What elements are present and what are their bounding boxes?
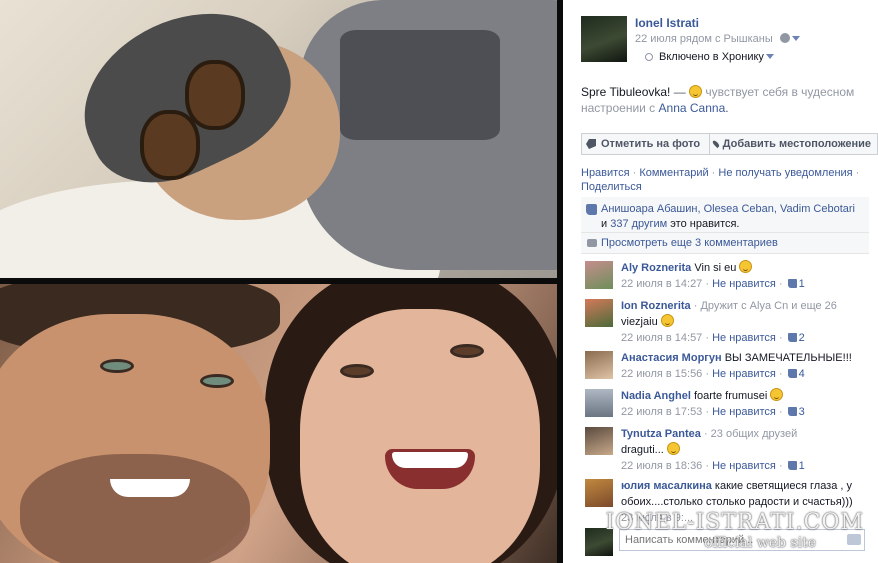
comment-author-link[interactable]: Ion Roznerita (621, 300, 691, 312)
man-beard-shape (20, 454, 250, 563)
comment-timestamp[interactable]: 22 июля в 17:53 (621, 406, 702, 418)
comment-text: Vin si eu (694, 262, 737, 274)
comment-meta: 22 июля в 14:57 · Не нравится · 2 (621, 332, 805, 344)
avatar[interactable] (585, 261, 613, 289)
comment-body: Nadia Anghel foarte frumusei 22 июля в 1… (621, 388, 865, 420)
unlike-link[interactable]: Не нравится (712, 278, 776, 290)
post-side-panel: Ionel Istrati 22 июля рядом с Рышканы Вк… (563, 0, 878, 563)
shirt-print-shape (340, 30, 500, 140)
thumbs-up-icon (787, 461, 797, 470)
thumbs-up-icon (787, 279, 797, 288)
avatar[interactable] (585, 427, 613, 455)
photo-top-man-sleeping (0, 0, 557, 278)
site-watermark: IONEL-ISTRATI.COM official web site (605, 510, 864, 551)
comment-body: Aly Roznerita Vin si eu 22 июля в 14:27 … (621, 260, 865, 292)
comment-text: ВЫ ЗАМЕЧАТЕЛЬНЫЕ!!! (724, 352, 852, 364)
comment-item: Ion Roznerita · Дружит с Alya Cn и еще 2… (581, 296, 869, 346)
comment-body: Ion Roznerita · Дружит с Alya Cn и еще 2… (621, 298, 865, 346)
comment-text: viezjaiu (621, 316, 658, 328)
smiley-icon (666, 442, 680, 455)
comment-body: Анастасия Моргун ВЫ ЗАМЕЧАТЕЛЬНЫЕ!!! 22 … (621, 350, 865, 382)
comment-timestamp[interactable]: 22 июля в 14:57 (621, 332, 702, 344)
comment-author-link[interactable]: Tynutza Pantea (621, 428, 701, 440)
comment-timestamp[interactable]: 22 июля в 18:36 (621, 460, 702, 472)
comment-like-count[interactable]: 4 (799, 368, 805, 380)
avatar[interactable] (585, 389, 613, 417)
unlike-link[interactable]: Не нравится (712, 460, 776, 472)
comment-meta: 22 июля в 15:56 · Не нравится · 4 (621, 368, 805, 380)
comment-mutual-friends: · 23 общих друзей (703, 428, 798, 440)
watermark-subtitle: official web site (704, 535, 816, 551)
woman-right-eye (450, 344, 484, 358)
comment-text: draguti... (621, 444, 664, 456)
comment-timestamp[interactable]: 22 июля в 15:56 (621, 368, 702, 380)
comment-author-link[interactable]: Nadia Anghel (621, 390, 691, 402)
comment-item: Aly Roznerita Vin si eu 22 июля в 14:27 … (581, 258, 869, 298)
comment-meta: 22 июля в 14:27 · Не нравится · 1 (621, 278, 805, 290)
avatar[interactable] (585, 299, 613, 327)
comment-author-link[interactable]: Анастасия Моргун (621, 352, 722, 364)
comment-like-count[interactable]: 3 (799, 406, 805, 418)
comment-meta: 22 июля в 18:36 · Не нравится · 1 (621, 460, 805, 472)
comment-like-count[interactable]: 1 (799, 460, 805, 472)
thumbs-up-icon (787, 369, 797, 378)
photo-bottom-couple-selfie (0, 284, 557, 563)
comment-item: Nadia Anghel foarte frumusei 22 июля в 1… (581, 386, 869, 422)
avatar[interactable] (585, 351, 613, 379)
comment-item: Tynutza Pantea · 23 общих друзей draguti… (581, 424, 869, 474)
smiley-icon (770, 388, 784, 401)
comment-body: Tynutza Pantea · 23 общих друзей draguti… (621, 426, 865, 474)
unlike-link[interactable]: Не нравится (712, 406, 776, 418)
man-right-eye (200, 374, 234, 388)
comment-like-count[interactable]: 2 (799, 332, 805, 344)
woman-teeth (392, 452, 468, 468)
woman-left-eye (340, 364, 374, 378)
photo-viewer[interactable] (0, 0, 563, 563)
comment-like-count[interactable]: 1 (799, 278, 805, 290)
smiley-icon (739, 260, 753, 273)
avatar[interactable] (585, 479, 613, 507)
smiley-icon (660, 314, 674, 327)
watermark-title: IONEL-ISTRATI.COM (605, 510, 864, 535)
comments-list: Aly Roznerita Vin si eu 22 июля в 14:27 … (581, 0, 869, 563)
woman-face-shape (300, 309, 540, 563)
comment-text: foarte frumusei (693, 390, 768, 402)
comment-item: Анастасия Моргун ВЫ ЗАМЕЧАТЕЛЬНЫЕ!!! 22 … (581, 348, 869, 384)
man-smile (110, 479, 190, 497)
comment-timestamp[interactable]: 22 июля в 14:27 (621, 278, 702, 290)
thumbs-up-icon (787, 333, 797, 342)
unlike-link[interactable]: Не нравится (712, 332, 776, 344)
comment-meta: 22 июля в 17:53 · Не нравится · 3 (621, 406, 805, 418)
comment-author-link[interactable]: Aly Roznerita (621, 262, 691, 274)
comment-mutual-friends: · Дружит с Alya Cn и еще 26 (693, 300, 837, 312)
unlike-link[interactable]: Не нравится (712, 368, 776, 380)
man-left-eye (100, 359, 134, 373)
thumbs-up-icon (787, 407, 797, 416)
sunglasses-left-lens (140, 110, 200, 180)
sunglasses-right-lens (185, 60, 245, 130)
comment-author-link[interactable]: юлия масалкина (621, 480, 712, 492)
